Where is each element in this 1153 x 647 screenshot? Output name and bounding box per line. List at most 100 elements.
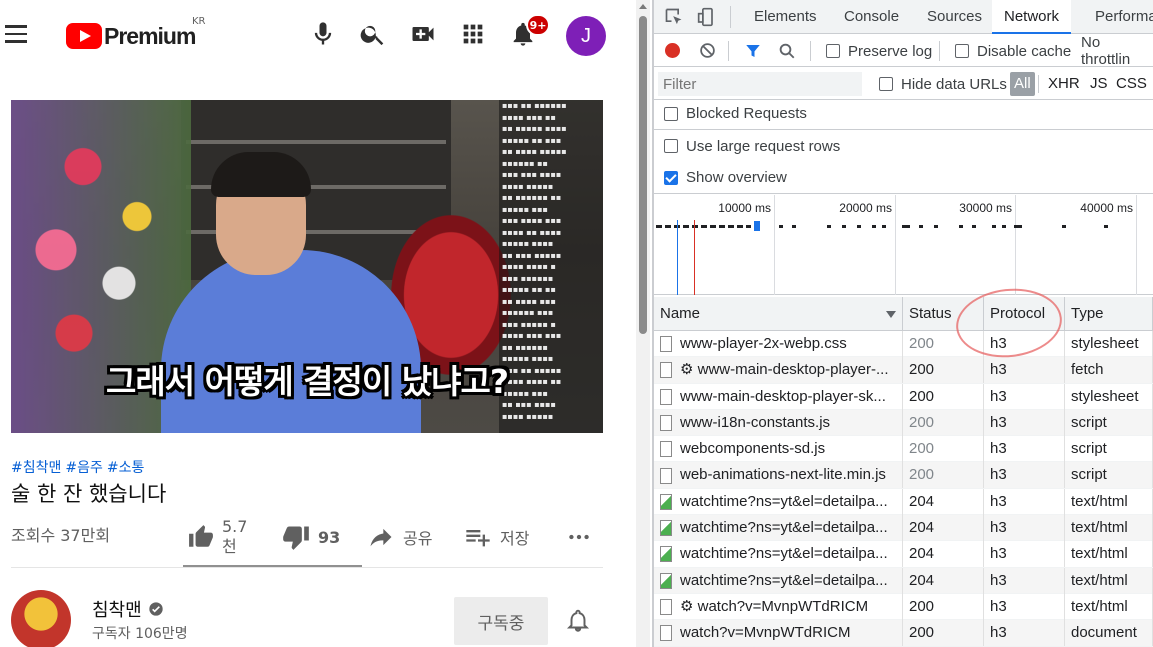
tab-console[interactable]: Console (844, 0, 899, 34)
dislike-button[interactable]: 93 (282, 512, 340, 562)
column-status[interactable]: Status (903, 297, 984, 331)
network-overview[interactable]: 10000 ms 20000 ms 30000 ms 40000 ms (654, 195, 1153, 295)
column-type[interactable]: Type (1065, 297, 1153, 331)
like-button[interactable]: 5.7 천 (188, 512, 247, 562)
overview-activity (882, 225, 886, 228)
checkbox[interactable] (664, 106, 678, 121)
microphone-icon[interactable] (309, 20, 337, 48)
hashtag-link[interactable]: #음주 (65, 460, 103, 476)
page-scrollbar[interactable] (636, 0, 650, 647)
disable-cache-checkbox[interactable]: Disable cache (955, 35, 1071, 67)
scrollbar-thumb[interactable] (639, 16, 647, 334)
request-name-cell[interactable]: watchtime?ns=yt&el=detailpa... (654, 488, 903, 515)
record-icon[interactable] (665, 43, 680, 58)
checkbox[interactable] (664, 139, 678, 153)
request-row[interactable]: ⚙ www-main-desktop-player-... 200 h3 fetch (654, 357, 1153, 384)
request-row[interactable]: watchtime?ns=yt&el=detailpa... 204 h3 text/… (654, 488, 1153, 516)
checkbox-checked[interactable] (664, 170, 678, 185)
request-type: stylesheet (1065, 331, 1153, 357)
request-name-cell[interactable]: watchtime?ns=yt&el=detailpa... (654, 541, 903, 568)
hashtag-link[interactable]: #소통 (107, 460, 145, 476)
request-row[interactable]: www-i18n-constants.js 200 h3 script (654, 409, 1153, 437)
large-rows-option[interactable]: Use large request rows (654, 130, 1153, 162)
overview-activity (872, 225, 876, 228)
request-name-cell[interactable]: web-animations-next-lite.min.js (654, 462, 903, 489)
request-name: ⚙ watch?v=MvnpWTdRICM (680, 597, 869, 615)
search-icon[interactable] (359, 20, 387, 48)
logo-text: Premium (104, 22, 196, 49)
request-name-cell[interactable]: webcomponents-sd.js (654, 436, 903, 463)
hashtag-link[interactable]: #침착맨 (11, 460, 61, 476)
sort-descending-icon[interactable] (886, 311, 896, 318)
preserve-log-checkbox[interactable]: Preserve log (826, 35, 932, 67)
overview-activity (934, 225, 938, 228)
request-name-cell[interactable]: ⚙ www-main-desktop-player-... (654, 357, 903, 384)
hashtags: #침착맨 #음주 #소통 (11, 457, 148, 477)
apps-grid-icon[interactable] (459, 20, 487, 48)
request-protocol: h3 (984, 357, 1065, 384)
clear-icon[interactable] (699, 42, 716, 59)
request-row[interactable]: www-main-desktop-player-sk... 200 h3 styles… (654, 383, 1153, 410)
share-button[interactable]: 공유 (367, 512, 432, 562)
filter-funnel-icon[interactable] (744, 42, 762, 60)
request-name-cell[interactable]: watchtime?ns=yt&el=detailpa... (654, 515, 903, 542)
checkbox[interactable] (826, 44, 840, 58)
channel-avatar[interactable] (11, 590, 71, 647)
request-row[interactable]: watchtime?ns=yt&el=detailpa... 204 h3 text/… (654, 541, 1153, 568)
filter-input[interactable] (658, 72, 862, 96)
request-row[interactable]: watchtime?ns=yt&el=detailpa... 204 h3 text/… (654, 567, 1153, 594)
subscribed-button[interactable]: 구독중 (454, 597, 548, 645)
account-avatar[interactable]: J (566, 16, 606, 56)
type-filter-xhr[interactable]: XHR (1048, 68, 1080, 100)
hide-data-urls-checkbox[interactable]: Hide data URLs (879, 68, 1007, 100)
request-protocol: h3 (984, 409, 1065, 436)
scroll-up-arrow-icon[interactable] (639, 4, 647, 9)
menu-icon[interactable] (5, 25, 27, 43)
create-video-icon[interactable] (409, 20, 437, 48)
tab-performance[interactable]: Performa (1095, 0, 1153, 34)
type-filter-all[interactable]: All (1010, 72, 1035, 96)
tab-network[interactable]: Network (992, 0, 1072, 34)
inspect-element-icon[interactable] (664, 7, 684, 27)
channel-name[interactable]: 침착맨 (92, 596, 142, 622)
request-name-cell[interactable]: watchtime?ns=yt&el=detailpa... (654, 567, 903, 594)
request-name: watchtime?ns=yt&el=detailpa... (680, 519, 888, 537)
channel-bell-icon[interactable] (565, 608, 591, 634)
type-filter-css[interactable]: CSS (1116, 68, 1147, 100)
device-toolbar-icon[interactable] (697, 7, 717, 27)
channel-name-row[interactable]: 침착맨 (92, 596, 164, 622)
request-type: text/html (1065, 541, 1153, 568)
column-protocol[interactable]: Protocol (984, 297, 1065, 331)
request-row[interactable]: web-animations-next-lite.min.js 200 h3 scri… (654, 462, 1153, 489)
video-player[interactable]: ▪▪▪ ▪▪ ▪▪▪▪▪▪ ▪▪▪▪ ▪▪▪ ▪▪ ▪▪ ▪▪▪▪▪ ▪▪▪▪ ▪▪▪… (11, 100, 603, 433)
search-icon[interactable] (778, 42, 796, 60)
request-name-cell[interactable]: ⚙ watch?v=MvnpWTdRICM (654, 593, 903, 620)
document-file-icon (660, 467, 672, 484)
request-name-cell[interactable]: www-main-desktop-player-sk... (654, 383, 903, 410)
blocked-requests-option[interactable]: Blocked Requests (654, 98, 1153, 130)
save-button[interactable]: 저장 (464, 512, 529, 562)
checkbox[interactable] (955, 44, 969, 58)
request-row[interactable]: watch?v=MvnpWTdRICM 200 h3 document (654, 620, 1153, 647)
request-row[interactable]: watchtime?ns=yt&el=detailpa... 204 h3 text/… (654, 515, 1153, 542)
checkbox[interactable] (879, 77, 893, 91)
request-type: script (1065, 409, 1153, 436)
column-name[interactable]: Name (654, 297, 903, 331)
show-overview-option[interactable]: Show overview (654, 162, 1153, 194)
tab-sources[interactable]: Sources (927, 0, 982, 34)
request-row[interactable]: webcomponents-sd.js 200 h3 script (654, 436, 1153, 463)
throttling-dropdown[interactable]: No throttlin (1081, 34, 1153, 68)
request-row[interactable]: www-player-2x-webp.css 200 h3 stylesheet (654, 331, 1153, 358)
request-type: script (1065, 462, 1153, 489)
request-name-cell[interactable]: watch?v=MvnpWTdRICM (654, 620, 903, 647)
request-name-cell[interactable]: www-player-2x-webp.css (654, 331, 903, 357)
type-filter-js[interactable]: JS (1090, 68, 1108, 100)
request-protocol: h3 (984, 620, 1065, 647)
more-actions-button[interactable] (566, 512, 592, 562)
overview-activity (1002, 225, 1006, 228)
request-name: www-main-desktop-player-sk... (680, 387, 886, 405)
request-row[interactable]: ⚙ watch?v=MvnpWTdRICM 200 h3 text/html (654, 593, 1153, 621)
tab-elements[interactable]: Elements (754, 0, 817, 34)
request-name-cell[interactable]: www-i18n-constants.js (654, 409, 903, 436)
youtube-premium-logo[interactable]: Premium KR (66, 16, 206, 50)
